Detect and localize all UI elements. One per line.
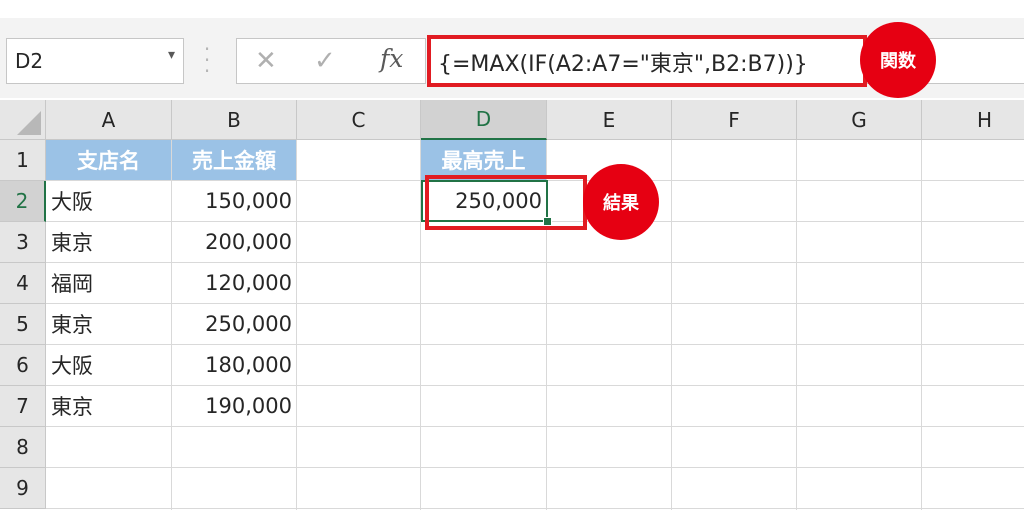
ribbon-edge — [0, 0, 1024, 18]
result-highlight-box — [425, 175, 587, 230]
fx-icon[interactable]: fx — [380, 44, 403, 73]
gridline — [796, 140, 797, 510]
table-header-cell[interactable]: 売上金額 — [172, 140, 296, 180]
column-header-a[interactable]: A — [46, 100, 172, 140]
result-badge: 結果 — [583, 164, 659, 240]
gridline — [46, 426, 1024, 427]
cancel-icon[interactable]: ✕ — [255, 46, 277, 76]
row-header-8[interactable]: 8 — [0, 427, 46, 468]
drag-handle-icon[interactable]: · · · — [203, 39, 211, 81]
branch-cell[interactable]: 大阪 — [46, 345, 171, 385]
row-header-6[interactable]: 6 — [0, 345, 46, 386]
result-header-cell[interactable]: 最高売上 — [421, 140, 546, 180]
column-header-g[interactable]: G — [797, 100, 922, 140]
gridline — [296, 140, 297, 510]
sales-cell[interactable]: 190,000 — [172, 386, 296, 426]
sales-cell[interactable]: 150,000 — [172, 181, 296, 221]
branch-cell[interactable]: 東京 — [46, 386, 171, 426]
sales-cell[interactable]: 200,000 — [172, 222, 296, 262]
table-header-cell[interactable]: 支店名 — [46, 140, 171, 180]
name-box-value: D2 — [15, 49, 44, 73]
column-header-d[interactable]: D — [421, 100, 547, 140]
column-header-f[interactable]: F — [672, 100, 797, 140]
row-header-5[interactable]: 5 — [0, 304, 46, 345]
branch-cell[interactable]: 大阪 — [46, 181, 171, 221]
function-badge: 関数 — [860, 22, 936, 98]
sales-cell[interactable]: 250,000 — [172, 304, 296, 344]
row-header-2[interactable]: 2 — [0, 181, 46, 222]
select-all-button[interactable] — [0, 100, 46, 140]
branch-cell[interactable]: 東京 — [46, 222, 171, 262]
column-header-c[interactable]: C — [297, 100, 421, 140]
branch-cell[interactable]: 福岡 — [46, 263, 171, 303]
gridline — [46, 508, 1024, 509]
sales-cell[interactable]: 180,000 — [172, 345, 296, 385]
row-header-7[interactable]: 7 — [0, 386, 46, 427]
select-all-icon — [17, 111, 41, 135]
row-header-9[interactable]: 9 — [0, 468, 46, 509]
enter-icon[interactable]: ✓ — [314, 46, 336, 76]
row-header-1[interactable]: 1 — [0, 140, 46, 181]
formula-highlight-box — [427, 35, 867, 87]
branch-cell[interactable]: 東京 — [46, 304, 171, 344]
sales-cell[interactable]: 120,000 — [172, 263, 296, 303]
gridline — [671, 140, 672, 510]
column-header-h[interactable]: H — [922, 100, 1024, 140]
column-header-b[interactable]: B — [172, 100, 297, 140]
row-header-3[interactable]: 3 — [0, 222, 46, 263]
name-box[interactable]: D2 ▾ — [6, 38, 184, 84]
column-header-e[interactable]: E — [547, 100, 672, 140]
chevron-down-icon[interactable]: ▾ — [168, 47, 175, 63]
row-header-4[interactable]: 4 — [0, 263, 46, 304]
gridline — [921, 140, 922, 510]
gridline — [46, 467, 1024, 468]
